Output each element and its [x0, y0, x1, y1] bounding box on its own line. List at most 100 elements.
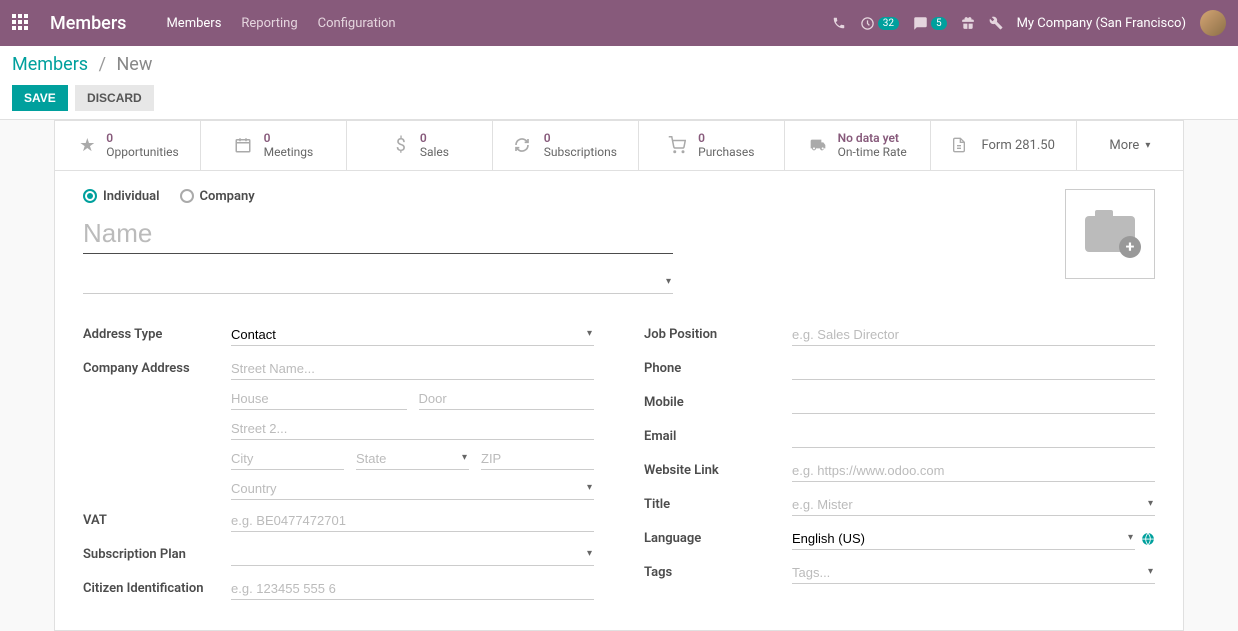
- parent-company-select[interactable]: [83, 272, 673, 294]
- file-icon: [951, 136, 973, 154]
- zip-input[interactable]: [481, 448, 594, 470]
- radio-dot-icon: [83, 189, 97, 203]
- label-language: Language: [644, 528, 792, 546]
- tags-select[interactable]: [792, 562, 1155, 584]
- stat-label: Opportunities: [106, 145, 178, 159]
- apps-icon[interactable]: [12, 14, 30, 32]
- label-phone: Phone: [644, 358, 792, 376]
- breadcrumb: Members / New: [12, 54, 1226, 75]
- stat-label: Subscriptions: [544, 145, 617, 159]
- messages-icon[interactable]: 5: [913, 16, 947, 31]
- stat-more[interactable]: More ▾: [1077, 121, 1183, 170]
- plus-icon: +: [1119, 236, 1141, 258]
- stat-opportunities[interactable]: ★ 0 Opportunities: [55, 121, 201, 170]
- stat-value: 0: [698, 131, 754, 145]
- nav-links: Members Reporting Configuration: [166, 16, 395, 31]
- label-subscription-plan: Subscription Plan: [83, 544, 231, 562]
- stat-sales[interactable]: $ 0 Sales: [347, 121, 493, 170]
- activity-icon[interactable]: 32: [860, 16, 899, 31]
- nav-members[interactable]: Members: [166, 16, 221, 31]
- messages-badge: 5: [931, 17, 947, 30]
- website-input[interactable]: [792, 460, 1155, 482]
- avatar[interactable]: [1200, 10, 1226, 36]
- stat-meetings[interactable]: 0 Meetings: [201, 121, 347, 170]
- right-column: Job Position Phone Mobile Email Website: [644, 324, 1155, 612]
- radio-dot-icon: [180, 189, 194, 203]
- vat-input[interactable]: [231, 510, 594, 532]
- citizen-id-input[interactable]: [231, 578, 594, 600]
- label-address-type: Address Type: [83, 324, 231, 342]
- activity-badge: 32: [878, 17, 899, 30]
- door-input[interactable]: [419, 388, 595, 410]
- stat-label: On-time Rate: [838, 145, 907, 159]
- subscription-plan-select[interactable]: [231, 544, 594, 566]
- nav-configuration[interactable]: Configuration: [318, 16, 396, 31]
- gift-icon[interactable]: [961, 16, 975, 30]
- stat-subscriptions[interactable]: 0 Subscriptions: [493, 121, 639, 170]
- city-input[interactable]: [231, 448, 344, 470]
- tools-icon[interactable]: [989, 16, 1003, 30]
- nav-right: 32 5 My Company (San Francisco): [832, 10, 1226, 36]
- control-panel: Members / New SAVE DISCARD: [0, 46, 1238, 120]
- street2-input[interactable]: [231, 418, 594, 440]
- top-navbar: Members Members Reporting Configuration …: [0, 0, 1238, 46]
- label-email: Email: [644, 426, 792, 444]
- stat-label: Sales: [420, 145, 449, 159]
- stat-label: Meetings: [264, 145, 314, 159]
- street-input[interactable]: [231, 358, 594, 380]
- fields-grid: Address Type Company Address: [83, 324, 1155, 612]
- breadcrumb-root[interactable]: Members: [12, 54, 88, 75]
- radio-individual[interactable]: Individual: [83, 189, 160, 204]
- state-select[interactable]: [356, 448, 469, 470]
- contact-type-radio: Individual Company: [83, 189, 1155, 204]
- stat-label: Form 281.50: [981, 138, 1054, 153]
- stat-buttons: ★ 0 Opportunities 0 Meetings $ 0 Sales: [55, 121, 1183, 171]
- stat-label: Purchases: [698, 145, 754, 159]
- email-input[interactable]: [792, 426, 1155, 448]
- label-mobile: Mobile: [644, 392, 792, 410]
- label-website: Website Link: [644, 460, 792, 478]
- stat-ontime[interactable]: No data yet On-time Rate: [785, 121, 931, 170]
- country-select[interactable]: [231, 478, 594, 500]
- save-button[interactable]: SAVE: [12, 85, 68, 111]
- truck-icon: [808, 137, 830, 153]
- dollar-icon: $: [390, 135, 412, 156]
- job-position-input[interactable]: [792, 324, 1155, 346]
- star-icon: ★: [76, 135, 98, 156]
- left-column: Address Type Company Address: [83, 324, 594, 612]
- photo-upload[interactable]: +: [1065, 189, 1155, 279]
- address-type-select[interactable]: [231, 324, 594, 346]
- stat-value: 0: [420, 131, 449, 145]
- title-select[interactable]: [792, 494, 1155, 516]
- label-title: Title: [644, 494, 792, 512]
- label-tags: Tags: [644, 562, 792, 580]
- phone-icon[interactable]: [832, 16, 846, 30]
- discard-button[interactable]: DISCARD: [75, 85, 154, 111]
- calendar-icon: [234, 136, 256, 154]
- phone-input[interactable]: [792, 358, 1155, 380]
- address-type-value[interactable]: [231, 324, 594, 346]
- stat-value: 0: [264, 131, 314, 145]
- stat-purchases[interactable]: 0 Purchases: [639, 121, 785, 170]
- language-select[interactable]: [792, 528, 1135, 550]
- company-name[interactable]: My Company (San Francisco): [1017, 16, 1186, 31]
- stat-value: No data yet: [838, 131, 907, 145]
- sheet-bg: ★ 0 Opportunities 0 Meetings $ 0 Sales: [0, 120, 1238, 631]
- stat-value: 0: [106, 131, 178, 145]
- mobile-input[interactable]: [792, 392, 1155, 414]
- label-job-position: Job Position: [644, 324, 792, 342]
- stat-value: 0: [544, 131, 617, 145]
- label-citizen-id: Citizen Identification: [83, 578, 231, 596]
- radio-label: Individual: [103, 189, 160, 204]
- nav-reporting[interactable]: Reporting: [241, 16, 297, 31]
- form-sheet: ★ 0 Opportunities 0 Meetings $ 0 Sales: [54, 120, 1184, 631]
- house-input[interactable]: [231, 388, 407, 410]
- breadcrumb-sep: /: [99, 54, 106, 75]
- radio-company[interactable]: Company: [180, 189, 255, 204]
- stat-form281[interactable]: Form 281.50: [931, 121, 1077, 170]
- name-input[interactable]: [83, 214, 673, 254]
- label-vat: VAT: [83, 510, 231, 528]
- form-body: + Individual Company Address Type: [55, 171, 1183, 630]
- language-value[interactable]: [792, 528, 1135, 550]
- globe-icon[interactable]: [1141, 532, 1155, 546]
